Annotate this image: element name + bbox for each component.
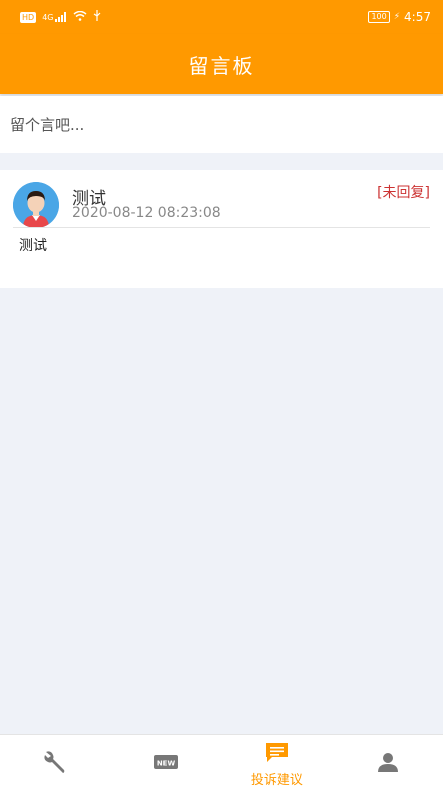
message-input[interactable] bbox=[8, 114, 432, 135]
message-input-area[interactable] bbox=[0, 96, 443, 153]
app-bar: 留言板 bbox=[0, 34, 443, 94]
network-type: 4G bbox=[42, 12, 54, 22]
charging-icon: ⚡ bbox=[393, 12, 401, 22]
status-bar: HD 4G 100 ⚡ 4:57 bbox=[0, 0, 443, 34]
message-timestamp: 2020-08-12 08:23:08 bbox=[72, 205, 221, 221]
message-card[interactable]: 测试 2020-08-12 08:23:08 [未回复] 测试 bbox=[0, 170, 443, 288]
tab-tools[interactable] bbox=[0, 735, 111, 793]
tab-complaints-label: 投诉建议 bbox=[250, 772, 303, 788]
wifi-icon bbox=[73, 10, 87, 24]
avatar bbox=[13, 182, 59, 228]
message-content: 测试 bbox=[19, 238, 47, 254]
divider bbox=[13, 227, 430, 228]
message-icon bbox=[264, 741, 290, 767]
tab-new[interactable]: NEW bbox=[111, 735, 222, 793]
clock: 4:57 bbox=[404, 10, 431, 24]
tab-profile[interactable] bbox=[332, 735, 443, 793]
tab-complaints[interactable]: 投诉建议 bbox=[222, 735, 333, 793]
usb-icon bbox=[93, 10, 101, 24]
svg-text:NEW: NEW bbox=[157, 760, 176, 768]
hd-badge: HD bbox=[20, 11, 37, 23]
new-icon: NEW bbox=[153, 752, 179, 776]
signal-icon: 4G bbox=[42, 12, 67, 22]
reply-status-badge: [未回复] bbox=[377, 185, 430, 201]
person-icon bbox=[376, 750, 400, 778]
bottom-tab-bar: NEW 投诉建议 bbox=[0, 734, 443, 793]
wrench-icon bbox=[42, 749, 68, 779]
battery-indicator: 100 bbox=[368, 11, 390, 23]
page-title: 留言板 bbox=[188, 53, 255, 78]
